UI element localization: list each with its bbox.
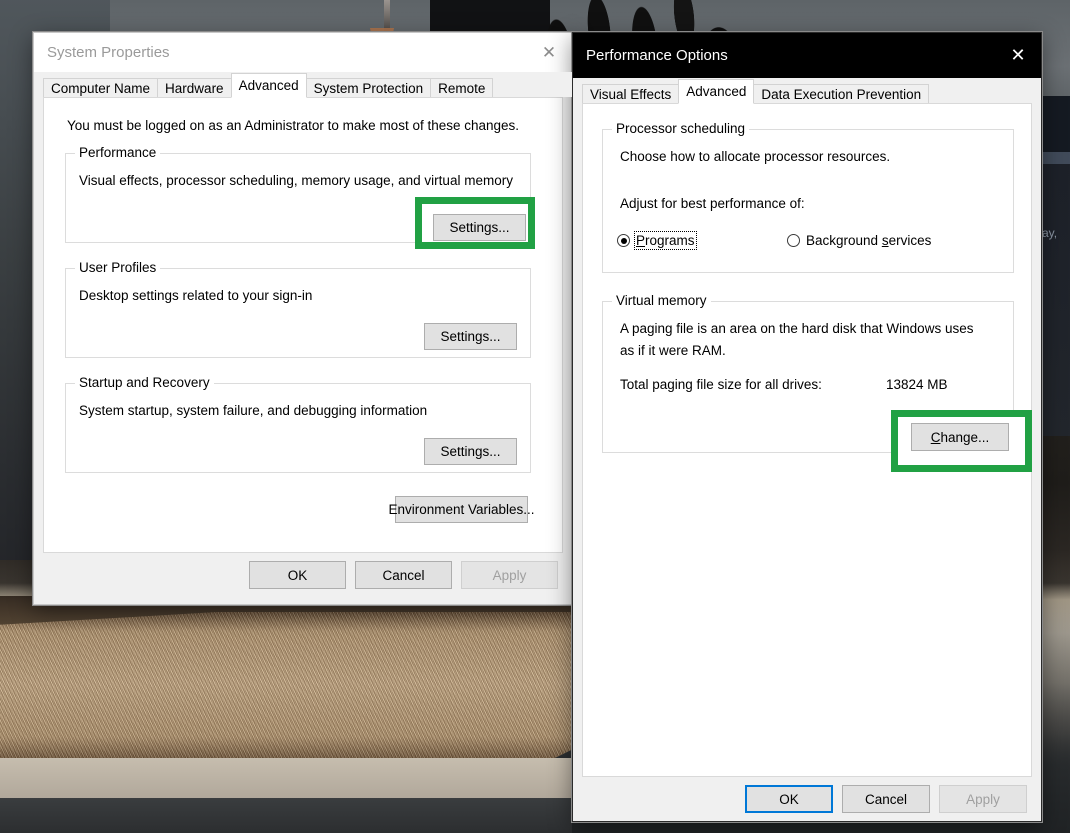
startup-recovery-group-description: System startup, system failure, and debu… <box>79 403 427 418</box>
system-properties-tabstrip: Computer Name Hardware Advanced System P… <box>34 72 572 97</box>
virtual-memory-description-line1: A paging file is an area on the hard dis… <box>620 321 973 336</box>
administrator-notice: You must be logged on as an Administrato… <box>67 118 519 133</box>
tab-remote[interactable]: Remote <box>430 78 493 97</box>
system-properties-apply-button: Apply <box>461 561 558 589</box>
radio-programs[interactable]: Programs <box>617 233 695 248</box>
total-paging-file-size-value: 13824 MB <box>886 377 948 392</box>
performance-options-titlebar[interactable]: Performance Options ✕ <box>573 33 1041 78</box>
system-properties-title: System Properties <box>47 44 170 61</box>
widget-panel-header <box>1040 96 1070 152</box>
tab-visual-effects[interactable]: Visual Effects <box>582 84 679 103</box>
tab-hardware[interactable]: Hardware <box>157 78 232 97</box>
system-properties-ok-button[interactable]: OK <box>249 561 346 589</box>
performance-options-title: Performance Options <box>586 47 728 64</box>
change-button-label: Change... <box>931 430 990 445</box>
performance-options-cancel-button[interactable]: Cancel <box>842 785 930 813</box>
radio-background-services-label: Background services <box>806 233 931 248</box>
system-properties-tabpage: You must be logged on as an Administrato… <box>43 97 563 553</box>
desktop-widget-panel[interactable]: ay, <box>1040 96 1070 436</box>
system-properties-dialog: System Properties ✕ Computer Name Hardwa… <box>33 32 573 605</box>
performance-options-footer: OK Cancel Apply <box>573 785 1041 813</box>
processor-scheduling-prompt: Adjust for best performance of: <box>620 196 805 211</box>
environment-variables-button[interactable]: Environment Variables... <box>395 496 528 523</box>
performance-group-legend: Performance <box>75 145 160 160</box>
processor-scheduling-groupbox: Processor scheduling Choose how to alloc… <box>602 129 1014 273</box>
virtual-memory-description-line2: as if it were RAM. <box>620 343 726 358</box>
total-paging-file-size-label: Total paging file size for all drives: <box>620 377 822 392</box>
performance-group-description: Visual effects, processor scheduling, me… <box>79 173 513 188</box>
wallpaper-floor-strip <box>0 758 572 800</box>
virtual-memory-change-button[interactable]: Change... <box>911 423 1009 451</box>
startup-recovery-settings-button[interactable]: Settings... <box>424 438 517 465</box>
radio-programs-label: Programs <box>636 233 695 248</box>
wallpaper-floor-bottom <box>0 798 572 833</box>
startup-recovery-group-legend: Startup and Recovery <box>75 375 214 390</box>
tab-computer-name[interactable]: Computer Name <box>43 78 158 97</box>
performance-options-ok-button[interactable]: OK <box>745 785 833 813</box>
startup-recovery-groupbox: Startup and Recovery System startup, sys… <box>65 383 531 473</box>
system-properties-footer: OK Cancel Apply <box>34 561 572 589</box>
processor-scheduling-description: Choose how to allocate processor resourc… <box>620 149 890 164</box>
tab-system-protection[interactable]: System Protection <box>306 78 432 97</box>
screen: ay, System Properties ✕ Computer Name Ha… <box>0 0 1070 833</box>
close-icon[interactable]: ✕ <box>526 33 572 72</box>
tab-advanced[interactable]: Advanced <box>678 79 754 104</box>
tab-advanced[interactable]: Advanced <box>231 73 307 98</box>
user-profiles-group-description: Desktop settings related to your sign-in <box>79 288 312 303</box>
widget-panel-divider <box>1040 152 1070 164</box>
virtual-memory-legend: Virtual memory <box>612 293 711 308</box>
radio-button-icon <box>787 234 800 247</box>
radio-button-icon <box>617 234 630 247</box>
processor-scheduling-legend: Processor scheduling <box>612 121 749 136</box>
close-icon[interactable]: ✕ <box>995 33 1041 78</box>
radio-background-services[interactable]: Background services <box>787 233 931 248</box>
user-profiles-group-legend: User Profiles <box>75 260 160 275</box>
user-profiles-groupbox: User Profiles Desktop settings related t… <box>65 268 531 358</box>
wallpaper-rug <box>0 612 572 772</box>
performance-settings-button-highlighted[interactable]: Settings... <box>433 214 526 241</box>
performance-options-apply-button: Apply <box>939 785 1027 813</box>
system-properties-cancel-button[interactable]: Cancel <box>355 561 452 589</box>
tab-data-execution-prevention[interactable]: Data Execution Prevention <box>753 84 929 103</box>
system-properties-titlebar[interactable]: System Properties ✕ <box>34 33 572 72</box>
performance-options-tabstrip: Visual Effects Advanced Data Execution P… <box>573 78 1041 103</box>
user-profiles-settings-button[interactable]: Settings... <box>424 323 517 350</box>
widget-panel-text: ay, <box>1040 164 1070 436</box>
